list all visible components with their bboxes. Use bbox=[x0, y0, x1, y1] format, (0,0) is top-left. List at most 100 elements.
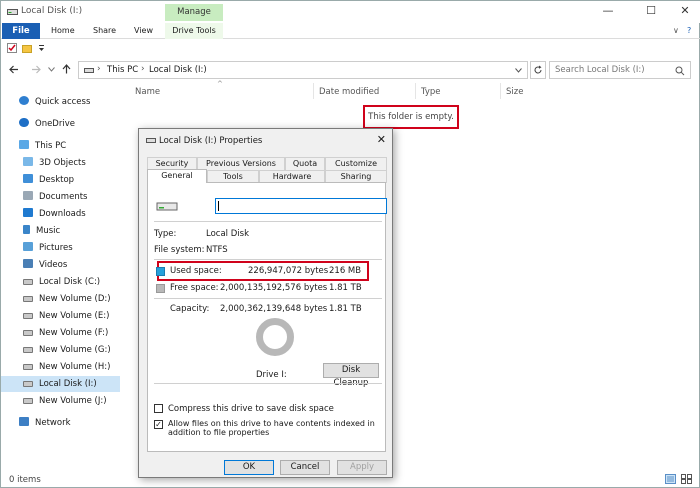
nav-item-pictures[interactable]: Pictures bbox=[23, 240, 121, 256]
nav-item-new-volume-j[interactable]: New Volume (J:) bbox=[23, 393, 121, 409]
status-item-count: 0 items bbox=[9, 475, 41, 485]
tab-home[interactable]: Home bbox=[51, 26, 75, 35]
documents-icon bbox=[23, 191, 33, 200]
disk-usage-donut bbox=[256, 318, 294, 356]
drive-icon bbox=[23, 313, 33, 319]
cancel-button[interactable]: Cancel bbox=[280, 460, 330, 475]
navigation-bar: › This PC › Local Disk (I:) Search Local… bbox=[1, 59, 700, 81]
nav-item-music[interactable]: Music bbox=[23, 223, 121, 239]
back-arrow-icon[interactable] bbox=[9, 65, 19, 74]
tab-quota[interactable]: Quota bbox=[285, 157, 325, 170]
details-view-icon[interactable] bbox=[665, 474, 676, 484]
maximize-button[interactable]: ☐ bbox=[636, 4, 666, 17]
text-caret bbox=[218, 201, 219, 211]
nav-item-quick-access[interactable]: Quick access bbox=[19, 94, 121, 110]
3d-objects-icon bbox=[23, 157, 33, 166]
index-label[interactable]: Allow files on this drive to have conten… bbox=[168, 419, 383, 437]
drive-icon bbox=[7, 9, 18, 15]
nav-item-new-volume-e[interactable]: New Volume (E:) bbox=[23, 308, 121, 324]
nav-item-this-pc[interactable]: This PC bbox=[19, 138, 121, 154]
nav-item-new-volume-f[interactable]: New Volume (F:) bbox=[23, 325, 121, 341]
nav-item-network[interactable]: Network bbox=[19, 415, 121, 431]
tab-previous-versions[interactable]: Previous Versions bbox=[197, 157, 285, 170]
drive-name-input[interactable] bbox=[215, 198, 387, 214]
used-space-bytes: 226,947,072 bytes bbox=[248, 266, 329, 276]
music-icon bbox=[23, 225, 30, 234]
ok-button[interactable]: OK bbox=[224, 460, 274, 475]
tab-manage[interactable]: Manage bbox=[165, 4, 223, 21]
drive-icon bbox=[146, 138, 156, 143]
star-icon bbox=[19, 96, 29, 105]
disk-cleanup-button[interactable]: Disk Cleanup bbox=[323, 363, 379, 388]
free-space-swatch bbox=[156, 284, 165, 293]
new-folder-icon[interactable] bbox=[22, 43, 32, 53]
nav-item-new-volume-h[interactable]: New Volume (H:) bbox=[23, 359, 121, 375]
large-icons-view-icon[interactable] bbox=[681, 474, 692, 484]
quick-access-toolbar bbox=[1, 39, 700, 57]
tab-share[interactable]: Share bbox=[93, 26, 116, 35]
column-header-name[interactable]: Name bbox=[135, 87, 160, 97]
divider bbox=[154, 221, 382, 222]
collapse-ribbon-icon[interactable]: ∨ bbox=[673, 26, 679, 35]
free-space-bytes: 2,000,135,192,576 bytes bbox=[220, 283, 328, 293]
nav-item-3d-objects[interactable]: 3D Objects bbox=[23, 155, 121, 171]
tab-general[interactable]: General bbox=[147, 169, 207, 183]
index-checkbox[interactable]: ✓ bbox=[154, 420, 163, 429]
drive-icon bbox=[23, 296, 33, 302]
file-system-label: File system: bbox=[154, 245, 205, 255]
dialog-close-button[interactable]: ✕ bbox=[377, 133, 386, 146]
nav-item-local-disk-i[interactable]: Local Disk (I:) bbox=[1, 376, 120, 392]
network-icon bbox=[19, 417, 29, 426]
breadcrumb-separator-icon: › bbox=[141, 64, 145, 74]
compress-checkbox[interactable] bbox=[154, 404, 163, 413]
help-icon[interactable]: ? bbox=[687, 26, 691, 35]
nav-item-videos[interactable]: Videos bbox=[23, 257, 121, 273]
properties-icon[interactable] bbox=[7, 43, 17, 53]
drive-icon bbox=[84, 68, 94, 73]
column-divider[interactable] bbox=[313, 83, 314, 99]
tab-view[interactable]: View bbox=[134, 26, 153, 35]
breadcrumb-local-disk[interactable]: Local Disk (I:) bbox=[149, 65, 207, 75]
forward-arrow-icon[interactable] bbox=[31, 65, 41, 74]
videos-icon bbox=[23, 259, 33, 268]
column-header-date-modified[interactable]: Date modified bbox=[319, 87, 379, 97]
address-bar[interactable]: › This PC › Local Disk (I:) bbox=[78, 61, 528, 79]
search-input[interactable]: Search Local Disk (I:) bbox=[555, 65, 645, 75]
minimize-button[interactable]: — bbox=[593, 4, 623, 17]
refresh-button[interactable] bbox=[530, 61, 546, 79]
empty-folder-message: This folder is empty. bbox=[363, 105, 459, 129]
column-header-type[interactable]: Type bbox=[421, 87, 441, 97]
nav-item-documents[interactable]: Documents bbox=[23, 189, 121, 205]
refresh-icon bbox=[534, 65, 542, 74]
capacity-size: 1.81 TB bbox=[329, 304, 362, 314]
tab-file[interactable]: File bbox=[2, 23, 40, 39]
chevron-down-icon[interactable] bbox=[515, 68, 522, 73]
compress-label[interactable]: Compress this drive to save disk space bbox=[168, 404, 334, 414]
nav-item-desktop[interactable]: Desktop bbox=[23, 172, 121, 188]
used-space-swatch bbox=[156, 267, 165, 276]
apply-button[interactable]: Apply bbox=[337, 460, 387, 475]
column-header-size[interactable]: Size bbox=[506, 87, 523, 97]
column-divider[interactable] bbox=[415, 83, 416, 99]
tab-drive-tools[interactable]: Drive Tools bbox=[165, 23, 223, 39]
divider bbox=[154, 298, 382, 299]
search-box[interactable]: Search Local Disk (I:) bbox=[549, 61, 691, 79]
close-button[interactable]: ✕ bbox=[670, 4, 700, 17]
nav-item-onedrive[interactable]: OneDrive bbox=[19, 116, 121, 132]
desktop-icon bbox=[23, 174, 33, 183]
properties-dialog: Local Disk (I:) Properties ✕ Security Pr… bbox=[138, 128, 393, 478]
column-divider[interactable] bbox=[500, 83, 501, 99]
nav-item-local-disk-c[interactable]: Local Disk (C:) bbox=[23, 274, 121, 290]
computer-icon bbox=[19, 140, 29, 149]
type-value: Local Disk bbox=[206, 229, 249, 239]
recent-locations-icon[interactable] bbox=[48, 67, 55, 72]
tab-customize[interactable]: Customize bbox=[325, 157, 387, 170]
customize-toolbar-icon[interactable] bbox=[38, 45, 45, 52]
drive-icon bbox=[23, 347, 33, 353]
nav-item-downloads[interactable]: Downloads bbox=[23, 206, 121, 222]
nav-item-new-volume-g[interactable]: New Volume (G:) bbox=[23, 342, 121, 358]
drive-icon bbox=[23, 398, 33, 404]
nav-item-new-volume-d[interactable]: New Volume (D:) bbox=[23, 291, 121, 307]
breadcrumb-this-pc[interactable]: This PC bbox=[107, 65, 138, 75]
up-arrow-icon[interactable] bbox=[62, 64, 71, 74]
